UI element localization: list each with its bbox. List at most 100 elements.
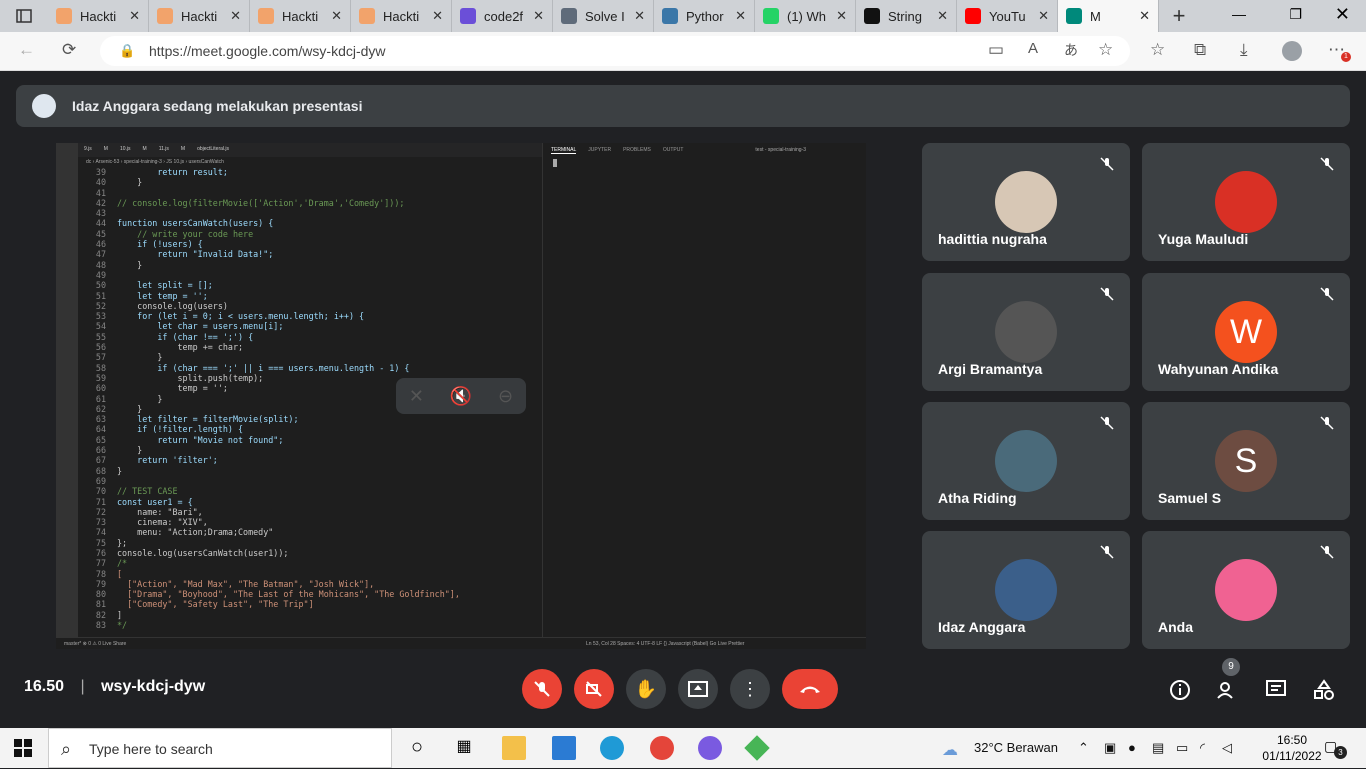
notification-center-icon[interactable]: ▢ 3 [1324, 738, 1347, 759]
weather-text[interactable]: 32°C Berawan [974, 728, 1058, 768]
close-tab-icon[interactable]: ✕ [129, 8, 140, 24]
profile-avatar[interactable] [1282, 41, 1302, 61]
mute-presentation-icon[interactable]: 🔇 [450, 386, 472, 407]
code-line: 42 // console.log(filterMovie(['Action','… [78, 198, 542, 208]
participant-tile[interactable]: Anda [1142, 531, 1350, 649]
unpin-icon[interactable]: ✕ [409, 386, 424, 407]
browser-tab[interactable]: Solve I ✕ [553, 0, 654, 32]
edge-icon[interactable] [600, 736, 624, 760]
cortana-icon[interactable]: ○ [405, 736, 429, 760]
participant-tile[interactable]: S Samuel S [1142, 402, 1350, 520]
close-tab-icon[interactable]: ✕ [735, 8, 746, 24]
meeting-details-button[interactable] [1168, 678, 1192, 702]
close-tab-icon[interactable]: ✕ [1038, 8, 1049, 24]
tab-title: Solve I [585, 8, 625, 24]
code-line: 68} [78, 466, 542, 476]
editor-tab[interactable]: M [98, 143, 114, 155]
close-tab-icon[interactable]: ✕ [836, 8, 847, 24]
close-tab-icon[interactable]: ✕ [331, 8, 342, 24]
minimize-button[interactable]: — [1232, 6, 1246, 22]
terminal-tab[interactable]: PROBLEMS [623, 147, 651, 153]
activities-button[interactable] [1312, 678, 1336, 702]
participant-tile[interactable]: Atha Riding [922, 402, 1130, 520]
raise-hand-button[interactable]: ✋ [626, 669, 666, 709]
terminal-tab[interactable]: TERMINAL [551, 147, 577, 154]
task-view-icon[interactable]: ▦ [452, 736, 476, 760]
terminal-tab[interactable]: JUPYTER [588, 147, 611, 153]
editor-tab[interactable]: objectLiteral.js [191, 143, 235, 155]
favorites-icon[interactable]: ☆ [1150, 40, 1165, 60]
line-text: ["Action", "Mad Max", "The Batman", "Jos… [117, 578, 375, 589]
people-button[interactable]: 9 [1216, 658, 1240, 702]
tray-app-icon[interactable]: ▣ [1104, 728, 1116, 768]
editor-tab[interactable]: 11.js [153, 143, 175, 155]
camera-icon[interactable]: ▭ [988, 40, 1004, 60]
file-explorer-icon[interactable] [502, 736, 526, 760]
remove-icon[interactable]: ⊖ [498, 386, 513, 407]
editor-tab[interactable]: M [175, 143, 191, 155]
line-number: 79 [95, 578, 106, 589]
add-favorite-icon[interactable]: ☆ [1098, 40, 1113, 60]
chevron-up-icon[interactable]: ⌃ [1078, 728, 1089, 768]
tab-title: code2f [484, 8, 524, 24]
notification-badge: 1 [1341, 52, 1351, 62]
meet-now-tray-icon[interactable]: ▤ [1152, 728, 1164, 768]
browser-tab[interactable]: Hackti ✕ [48, 0, 149, 32]
participant-tile[interactable]: Yuga Mauludi [1142, 143, 1350, 261]
microphone-tray-icon[interactable]: ● [1128, 728, 1136, 768]
read-aloud-icon[interactable]: A [1028, 40, 1038, 57]
browser-tab[interactable]: Hackti ✕ [351, 0, 452, 32]
wifi-icon[interactable]: ◜ [1200, 728, 1205, 768]
browser-tab[interactable]: Hackti ✕ [149, 0, 250, 32]
browser-tab[interactable]: code2f ✕ [452, 0, 553, 32]
editor-tab[interactable]: 10.js [114, 143, 137, 155]
browser-tab[interactable]: String ✕ [856, 0, 957, 32]
windows-start-icon[interactable] [14, 739, 32, 762]
system-clock[interactable]: 16:50 01/11/2022 [1262, 732, 1322, 764]
close-tab-icon[interactable]: ✕ [533, 8, 544, 24]
close-tab-icon[interactable]: ✕ [634, 8, 645, 24]
new-tab-button[interactable]: + [1159, 3, 1199, 29]
participant-tile[interactable]: Argi Bramantya [922, 273, 1130, 391]
collections-icon[interactable]: ⧉ [1194, 40, 1206, 60]
editor-tab[interactable]: M [137, 143, 153, 155]
more-options-button[interactable]: ⋮ [730, 669, 770, 709]
url-field[interactable]: 🔒 https://meet.google.com/wsy-kdcj-dyw [100, 36, 1130, 66]
discord-icon[interactable] [698, 736, 722, 760]
participant-tile[interactable]: hadittia nugraha [922, 143, 1130, 261]
battery-icon[interactable]: ▭ [1176, 728, 1188, 768]
translate-icon[interactable]: あ [1064, 40, 1078, 60]
leave-call-button[interactable] [782, 669, 838, 709]
reload-icon[interactable]: ⟳ [62, 40, 76, 60]
lock-icon[interactable]: 🔒 [119, 36, 135, 66]
browser-tab[interactable]: Hackti ✕ [250, 0, 351, 32]
volume-icon[interactable]: ◁ [1222, 728, 1232, 768]
participant-tile[interactable]: Idaz Anggara [922, 531, 1130, 649]
vscode-icon[interactable] [552, 736, 576, 760]
close-tab-icon[interactable]: ✕ [432, 8, 443, 24]
close-window-button[interactable]: ✕ [1335, 4, 1350, 25]
taskbar-search[interactable]: ⌕ Type here to search [48, 728, 392, 768]
terminal-tab[interactable]: OUTPUT [663, 147, 684, 153]
mic-off-button[interactable] [522, 669, 562, 709]
tab-actions-icon[interactable] [0, 0, 48, 32]
restore-button[interactable]: ❐ [1289, 6, 1302, 23]
close-tab-icon[interactable]: ✕ [1139, 8, 1150, 24]
participant-tile[interactable]: W Wahyunan Andika [1142, 273, 1350, 391]
browser-tab[interactable]: YouTu ✕ [957, 0, 1058, 32]
back-icon[interactable]: ← [18, 40, 35, 60]
chrome-icon[interactable] [650, 736, 674, 760]
line-text: name: "Bari", [117, 506, 203, 517]
browser-tab[interactable]: M ✕ [1058, 0, 1159, 32]
downloads-icon[interactable]: ⤓ [1240, 40, 1248, 60]
close-tab-icon[interactable]: ✕ [937, 8, 948, 24]
camera-off-button[interactable] [574, 669, 614, 709]
chat-button[interactable] [1264, 678, 1288, 702]
hacktiv8-icon [359, 8, 375, 24]
gitkraken-icon[interactable] [744, 735, 770, 761]
close-tab-icon[interactable]: ✕ [230, 8, 241, 24]
browser-tab[interactable]: Pythor ✕ [654, 0, 755, 32]
editor-tab[interactable]: 9.js [78, 143, 98, 155]
browser-tab[interactable]: (1) Wh ✕ [755, 0, 856, 32]
present-now-button[interactable] [678, 669, 718, 709]
